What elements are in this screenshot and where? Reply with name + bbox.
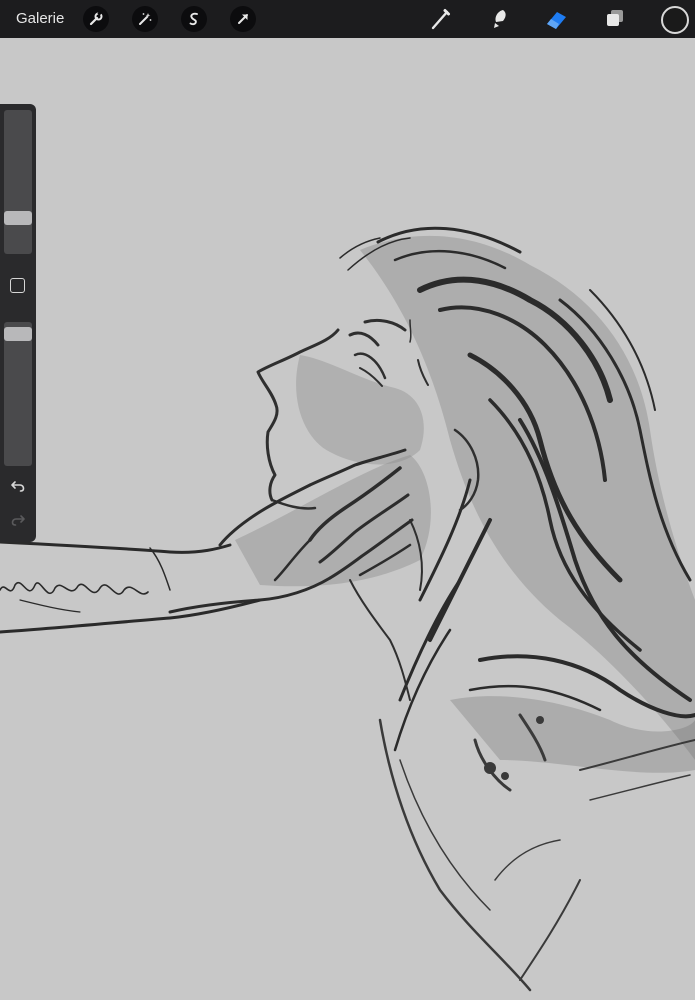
layers-icon[interactable] bbox=[601, 5, 629, 33]
drawing-canvas[interactable] bbox=[0, 38, 695, 1000]
brush-size-slider[interactable] bbox=[4, 110, 32, 254]
sketch-artwork bbox=[0, 226, 695, 992]
opacity-slider[interactable] bbox=[4, 322, 32, 466]
gallery-button[interactable]: Galerie bbox=[16, 0, 64, 38]
smudge-icon[interactable] bbox=[484, 5, 512, 33]
color-swatch[interactable] bbox=[661, 6, 689, 34]
brush-icon[interactable] bbox=[426, 5, 454, 33]
selection-icon[interactable] bbox=[181, 6, 207, 32]
brush-sidebar bbox=[0, 104, 36, 542]
modify-button[interactable] bbox=[10, 278, 25, 293]
top-toolbar: Galerie bbox=[0, 0, 695, 38]
transform-arrow-icon[interactable] bbox=[230, 6, 256, 32]
redo-icon[interactable] bbox=[8, 510, 28, 530]
brush-size-thumb[interactable] bbox=[4, 211, 32, 226]
adjustments-wand-icon[interactable] bbox=[132, 6, 158, 32]
eraser-icon[interactable] bbox=[543, 5, 571, 33]
actions-wrench-icon[interactable] bbox=[83, 6, 109, 32]
opacity-thumb[interactable] bbox=[4, 327, 32, 342]
undo-icon[interactable] bbox=[8, 476, 28, 496]
